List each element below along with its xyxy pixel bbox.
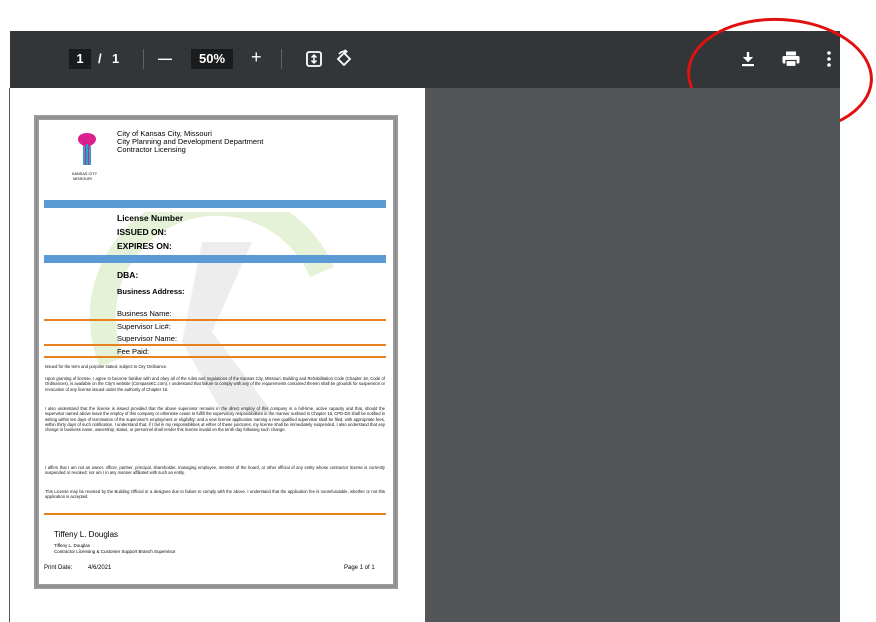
blue-band-top — [44, 200, 386, 208]
expires-on-label: EXPIRES ON: — [117, 241, 172, 251]
org-division: Contractor Licensing — [117, 145, 186, 154]
toolbar-divider — [281, 49, 282, 69]
page-count-label: Page 1 of 1 — [344, 565, 375, 571]
fee-paid-label: Fee Paid: — [117, 347, 150, 356]
orange-rule — [44, 344, 386, 346]
fit-page-icon[interactable] — [305, 50, 323, 68]
kansas-city-logo — [78, 133, 96, 165]
orange-rule — [44, 356, 386, 358]
zoom-out-button[interactable]: — — [158, 50, 172, 66]
business-name-label: Business Name: — [117, 309, 172, 318]
zoom-level-input[interactable]: 50% — [191, 49, 233, 69]
terms-paragraph: Issued for the term and purpose stated, … — [45, 364, 168, 369]
license-number-label: License Number — [117, 213, 184, 223]
page-separator: / — [98, 51, 102, 66]
print-date-label: Print Date: — [44, 565, 73, 571]
orange-rule — [44, 513, 386, 515]
logo-text-city: KANSAS CITY — [72, 172, 98, 176]
toolbar-divider — [143, 49, 144, 69]
page-number-input[interactable]: 1 — [69, 49, 91, 69]
orange-rule — [44, 319, 386, 321]
signer-name: Tiffeny L. Douglas — [54, 543, 91, 548]
signer-title: Contractor Licensing & Customer Support … — [54, 549, 176, 554]
blue-band-bottom — [44, 255, 386, 263]
page-total: 1 — [112, 51, 120, 66]
issued-on-label: ISSUED ON: — [117, 227, 167, 237]
business-address-label: Business Address: — [117, 287, 185, 296]
viewer-grey-background — [425, 88, 840, 622]
signature: Tiffeny L. Douglas — [54, 530, 119, 539]
terms-paragraph: I affirm that I am not an owner, officer… — [45, 465, 385, 476]
print-date-value: 4/6/2021 — [88, 565, 112, 571]
rotate-icon[interactable] — [334, 49, 354, 69]
dba-label: DBA: — [117, 270, 139, 280]
supervisor-lic-label: Supervisor Lic#: — [117, 322, 171, 331]
terms-paragraph: This License may be revoked by the Build… — [45, 489, 385, 500]
supervisor-name-label: Supervisor Name: — [117, 334, 178, 343]
viewer-left-edge — [9, 88, 10, 622]
terms-paragraph: Upon granting of license, I agree to bec… — [45, 376, 385, 392]
zoom-in-button[interactable]: + — [251, 47, 262, 68]
terms-paragraph: I also understand that the license is is… — [45, 406, 385, 433]
logo-text-state: MISSOURI — [73, 177, 92, 181]
